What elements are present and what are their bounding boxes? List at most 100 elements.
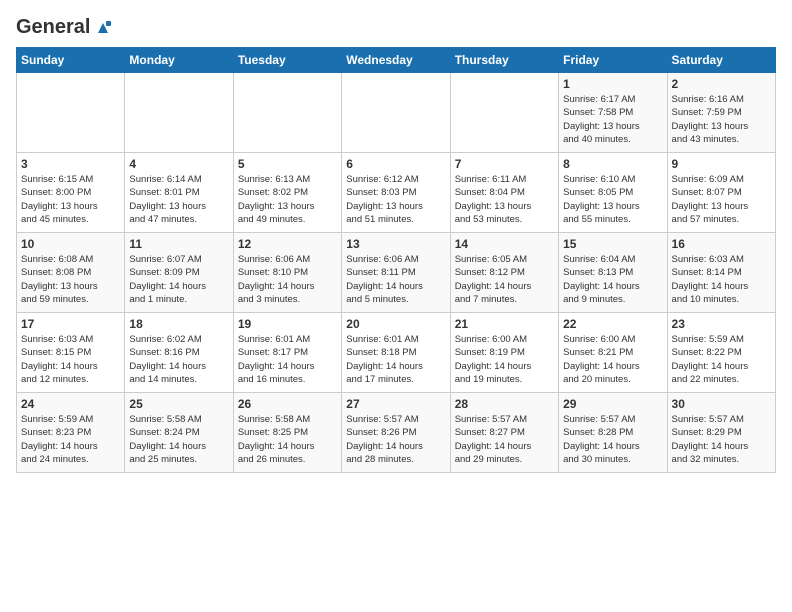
day-number: 10 (21, 237, 120, 251)
calendar-cell: 8 Sunrise: 6:10 AM Sunset: 8:05 PM Daylig… (559, 153, 667, 233)
calendar-cell (125, 73, 233, 153)
day-info: Sunrise: 6:03 AM Sunset: 8:15 PM Dayligh… (21, 333, 120, 386)
calendar-week-row: 3Sunrise: 6:15 AM Sunset: 8:00 PM Daylig… (17, 153, 776, 233)
calendar-cell: 24 Sunrise: 5:59 AM Sunset: 8:23 PM Dayli… (17, 393, 125, 473)
day-info: Sunrise: 5:59 AM Sunset: 8:23 PM Dayligh… (21, 413, 120, 466)
day-info: Sunrise: 6:09 AM Sunset: 8:07 PM Dayligh… (672, 173, 771, 226)
day-number: 20 (346, 317, 445, 331)
calendar-week-row: 24 Sunrise: 5:59 AM Sunset: 8:23 PM Dayli… (17, 393, 776, 473)
day-info: Sunrise: 6:12 AM Sunset: 8:03 PM Dayligh… (346, 173, 445, 226)
day-number: 11 (129, 237, 228, 251)
day-number: 19 (238, 317, 337, 331)
calendar-cell: 18Sunrise: 6:02 AM Sunset: 8:16 PM Dayli… (125, 313, 233, 393)
weekday-header-tuesday: Tuesday (233, 48, 341, 73)
day-info: Sunrise: 5:57 AM Sunset: 8:27 PM Dayligh… (455, 413, 554, 466)
calendar-cell: 17 Sunrise: 6:03 AM Sunset: 8:15 PM Dayli… (17, 313, 125, 393)
day-info: Sunrise: 6:07 AM Sunset: 8:09 PM Dayligh… (129, 253, 228, 306)
calendar-cell: 21 Sunrise: 6:00 AM Sunset: 8:19 PM Dayli… (450, 313, 558, 393)
day-info: Sunrise: 5:59 AM Sunset: 8:22 PM Dayligh… (672, 333, 771, 386)
day-number: 5 (238, 157, 337, 171)
day-number: 14 (455, 237, 554, 251)
day-info: Sunrise: 6:17 AM Sunset: 7:58 PM Dayligh… (563, 93, 662, 146)
weekday-header-wednesday: Wednesday (342, 48, 450, 73)
day-info: Sunrise: 6:05 AM Sunset: 8:12 PM Dayligh… (455, 253, 554, 306)
day-number: 16 (672, 237, 771, 251)
day-number: 8 (563, 157, 662, 171)
calendar-week-row: 10 Sunrise: 6:08 AM Sunset: 8:08 PM Dayli… (17, 233, 776, 313)
day-number: 15 (563, 237, 662, 251)
calendar-cell: 28 Sunrise: 5:57 AM Sunset: 8:27 PM Dayli… (450, 393, 558, 473)
calendar-cell: 11 Sunrise: 6:07 AM Sunset: 8:09 PM Dayli… (125, 233, 233, 313)
calendar-cell (450, 73, 558, 153)
day-number: 24 (21, 397, 120, 411)
day-number: 23 (672, 317, 771, 331)
day-number: 4 (129, 157, 228, 171)
day-number: 22 (563, 317, 662, 331)
calendar-cell: 25 Sunrise: 5:58 AM Sunset: 8:24 PM Dayli… (125, 393, 233, 473)
calendar-cell: 15 Sunrise: 6:04 AM Sunset: 8:13 PM Dayli… (559, 233, 667, 313)
day-number: 25 (129, 397, 228, 411)
logo: General (16, 16, 112, 35)
calendar-cell (17, 73, 125, 153)
calendar-cell: 14 Sunrise: 6:05 AM Sunset: 8:12 PM Dayli… (450, 233, 558, 313)
day-number: 9 (672, 157, 771, 171)
calendar-cell: 6 Sunrise: 6:12 AM Sunset: 8:03 PM Daylig… (342, 153, 450, 233)
calendar-cell: 2 Sunrise: 6:16 AM Sunset: 7:59 PM Daylig… (667, 73, 775, 153)
day-info: Sunrise: 6:15 AM Sunset: 8:00 PM Dayligh… (21, 173, 120, 226)
calendar-cell: 27 Sunrise: 5:57 AM Sunset: 8:26 PM Dayli… (342, 393, 450, 473)
day-info: Sunrise: 6:16 AM Sunset: 7:59 PM Dayligh… (672, 93, 771, 146)
day-info: Sunrise: 5:57 AM Sunset: 8:28 PM Dayligh… (563, 413, 662, 466)
calendar-cell: 9 Sunrise: 6:09 AM Sunset: 8:07 PM Daylig… (667, 153, 775, 233)
day-info: Sunrise: 6:01 AM Sunset: 8:18 PM Dayligh… (346, 333, 445, 386)
day-number: 21 (455, 317, 554, 331)
calendar-cell: 12 Sunrise: 6:06 AM Sunset: 8:10 PM Dayli… (233, 233, 341, 313)
day-info: Sunrise: 6:14 AM Sunset: 8:01 PM Dayligh… (129, 173, 228, 226)
calendar-cell: 5 Sunrise: 6:13 AM Sunset: 8:02 PM Daylig… (233, 153, 341, 233)
day-number: 26 (238, 397, 337, 411)
day-info: Sunrise: 6:02 AM Sunset: 8:16 PM Dayligh… (129, 333, 228, 386)
calendar-cell (233, 73, 341, 153)
day-number: 7 (455, 157, 554, 171)
logo-icon (94, 19, 112, 37)
day-number: 1 (563, 77, 662, 91)
calendar-cell (342, 73, 450, 153)
day-number: 6 (346, 157, 445, 171)
day-number: 12 (238, 237, 337, 251)
weekday-header-sunday: Sunday (17, 48, 125, 73)
day-number: 28 (455, 397, 554, 411)
day-info: Sunrise: 5:58 AM Sunset: 8:24 PM Dayligh… (129, 413, 228, 466)
calendar-week-row: 1 Sunrise: 6:17 AM Sunset: 7:58 PM Daylig… (17, 73, 776, 153)
day-info: Sunrise: 6:04 AM Sunset: 8:13 PM Dayligh… (563, 253, 662, 306)
day-info: Sunrise: 6:06 AM Sunset: 8:10 PM Dayligh… (238, 253, 337, 306)
day-info: Sunrise: 5:57 AM Sunset: 8:26 PM Dayligh… (346, 413, 445, 466)
calendar-cell: 26Sunrise: 5:58 AM Sunset: 8:25 PM Dayli… (233, 393, 341, 473)
calendar-week-row: 17 Sunrise: 6:03 AM Sunset: 8:15 PM Dayli… (17, 313, 776, 393)
day-number: 17 (21, 317, 120, 331)
day-number: 2 (672, 77, 771, 91)
calendar-cell: 30 Sunrise: 5:57 AM Sunset: 8:29 PM Dayli… (667, 393, 775, 473)
day-info: Sunrise: 6:00 AM Sunset: 8:19 PM Dayligh… (455, 333, 554, 386)
day-info: Sunrise: 6:13 AM Sunset: 8:02 PM Dayligh… (238, 173, 337, 226)
day-number: 27 (346, 397, 445, 411)
calendar-cell: 20 Sunrise: 6:01 AM Sunset: 8:18 PM Dayli… (342, 313, 450, 393)
calendar-cell: 3Sunrise: 6:15 AM Sunset: 8:00 PM Daylig… (17, 153, 125, 233)
day-info: Sunrise: 6:10 AM Sunset: 8:05 PM Dayligh… (563, 173, 662, 226)
day-info: Sunrise: 6:06 AM Sunset: 8:11 PM Dayligh… (346, 253, 445, 306)
logo-general: General (16, 16, 90, 39)
weekday-header-saturday: Saturday (667, 48, 775, 73)
day-number: 29 (563, 397, 662, 411)
day-info: Sunrise: 6:11 AM Sunset: 8:04 PM Dayligh… (455, 173, 554, 226)
day-number: 30 (672, 397, 771, 411)
day-info: Sunrise: 5:57 AM Sunset: 8:29 PM Dayligh… (672, 413, 771, 466)
calendar-cell: 19 Sunrise: 6:01 AM Sunset: 8:17 PM Dayli… (233, 313, 341, 393)
calendar-cell: 1 Sunrise: 6:17 AM Sunset: 7:58 PM Daylig… (559, 73, 667, 153)
calendar-cell: 23 Sunrise: 5:59 AM Sunset: 8:22 PM Dayli… (667, 313, 775, 393)
weekday-header-row: SundayMondayTuesdayWednesdayThursdayFrid… (17, 48, 776, 73)
page-header: General (16, 16, 776, 35)
day-info: Sunrise: 6:01 AM Sunset: 8:17 PM Dayligh… (238, 333, 337, 386)
calendar-cell: 22Sunrise: 6:00 AM Sunset: 8:21 PM Dayli… (559, 313, 667, 393)
day-number: 13 (346, 237, 445, 251)
calendar-table: SundayMondayTuesdayWednesdayThursdayFrid… (16, 47, 776, 473)
day-info: Sunrise: 6:08 AM Sunset: 8:08 PM Dayligh… (21, 253, 120, 306)
calendar-cell: 4 Sunrise: 6:14 AM Sunset: 8:01 PM Daylig… (125, 153, 233, 233)
